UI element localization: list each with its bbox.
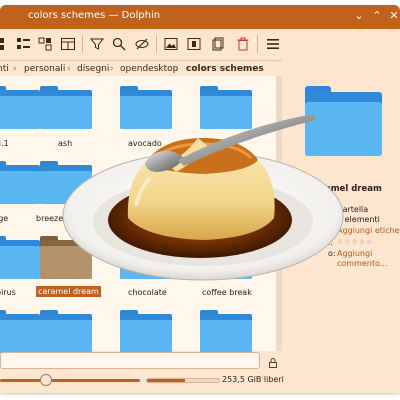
- folder-icon[interactable]: [0, 86, 40, 129]
- hide-icon[interactable]: [134, 36, 150, 52]
- folder-label[interactable]: 3.1: [0, 139, 9, 148]
- filter-icon[interactable]: [89, 36, 105, 52]
- split-view-icon[interactable]: [60, 36, 76, 52]
- toolbar-separator: [156, 35, 157, 53]
- folder-icon[interactable]: [120, 310, 172, 353]
- zoom-slider-handle[interactable]: [40, 374, 52, 386]
- toolbar-separator: [257, 35, 258, 53]
- view-icons-icon[interactable]: [0, 36, 14, 52]
- minimize-icon[interactable]: ⌄: [352, 9, 366, 23]
- copy-icon[interactable]: [210, 36, 226, 52]
- folder-label[interactable]: pirus: [0, 288, 16, 297]
- toolbar-separator: [82, 35, 83, 53]
- folder-icon[interactable]: [40, 310, 92, 353]
- close-icon[interactable]: ✕: [387, 9, 400, 23]
- free-space-bar: [146, 378, 220, 383]
- folder-label[interactable]: ige: [0, 214, 8, 223]
- title-bar[interactable]: colors schemes — Dolphin ⌄ ⌃ ✕: [0, 5, 400, 29]
- trash-icon[interactable]: [235, 36, 251, 52]
- breadcrumb-item[interactable]: personali: [24, 64, 65, 74]
- zoom-slider[interactable]: [0, 379, 140, 382]
- info-panel-icon[interactable]: [186, 36, 202, 52]
- flan-image: [62, 114, 344, 281]
- free-space-label: 253,5 GiB liberi: [222, 375, 284, 384]
- lock-icon[interactable]: [267, 354, 279, 368]
- chevron-right-icon: ›: [175, 64, 179, 74]
- preview-icon[interactable]: [163, 36, 179, 52]
- window-title: colors schemes — Dolphin: [28, 10, 161, 21]
- view-details-icon[interactable]: [38, 36, 54, 52]
- breadcrumb-current[interactable]: colors schemes: [186, 64, 264, 74]
- folder-icon[interactable]: [0, 161, 40, 204]
- chevron-right-icon: ›: [110, 64, 114, 74]
- free-space-fill: [147, 379, 185, 382]
- folder-icon[interactable]: [0, 310, 40, 353]
- search-icon[interactable]: [111, 36, 127, 52]
- maximize-icon[interactable]: ⌃: [370, 9, 384, 23]
- chevron-right-icon: ›: [67, 64, 71, 74]
- filter-input[interactable]: [0, 352, 260, 369]
- menu-icon[interactable]: [265, 36, 281, 52]
- breadcrumb-item[interactable]: opendesktop: [120, 64, 178, 74]
- breadcrumb-item[interactable]: nti: [0, 64, 9, 74]
- folder-icon[interactable]: [0, 236, 40, 279]
- view-compact-icon[interactable]: [16, 36, 32, 52]
- breadcrumb-item[interactable]: disegni: [77, 64, 109, 74]
- chevron-right-icon: ›: [13, 64, 17, 74]
- folder-icon[interactable]: [200, 310, 252, 353]
